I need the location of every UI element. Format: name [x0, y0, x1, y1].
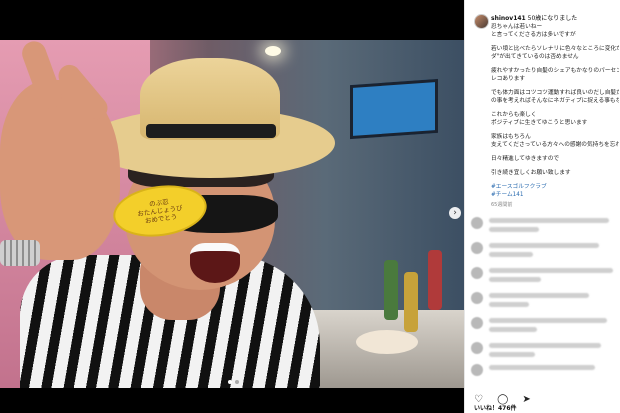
comment-row: [471, 340, 617, 360]
comment-row: [471, 240, 617, 260]
caption-header: shinov141 50歳になりました: [491, 14, 619, 23]
caption-line: ダ"が出てきているのは否めません: [491, 54, 579, 60]
wall-tv: [350, 78, 438, 140]
caption-line: 引き続き宜しくお願い致します: [491, 170, 571, 176]
comment-meta: [489, 352, 535, 357]
smiling-mouth: [190, 243, 240, 283]
caption-line: の事を考えればそんなにネガティブに捉える事もな: [491, 98, 619, 104]
likes-count[interactable]: いいね！476件: [474, 403, 517, 412]
carousel-dot: [228, 380, 232, 384]
caption-line: ポジティブに生きてゆこうと思います: [491, 120, 588, 126]
username[interactable]: shinov141: [491, 15, 526, 22]
comment-text: [489, 293, 589, 298]
caption-line: 50歳になりました: [527, 15, 578, 22]
hat-band: [146, 124, 276, 138]
share-icon[interactable]: ➤: [522, 395, 530, 405]
comment-meta: [489, 252, 533, 257]
comment-text: [489, 268, 613, 273]
carousel-dot: [235, 380, 239, 384]
comment-text: [489, 365, 595, 370]
wristwatch: [0, 240, 40, 266]
comment-avatar: [471, 267, 483, 279]
post-time: 65週間前: [491, 202, 513, 208]
comment-meta: [489, 277, 541, 282]
post-photo: のぶ忍 おたんじょうび おめでとう: [0, 40, 464, 388]
comment-text: [489, 318, 607, 323]
comment-row: [471, 290, 617, 310]
caption-line: と言ってくださる方は多いですが: [491, 32, 576, 38]
comment-avatar: [471, 317, 483, 329]
comment-avatar: [471, 292, 483, 304]
comment-row: [471, 215, 617, 235]
action-bar: ♡ ◯ ➤: [474, 387, 540, 405]
hashtag-link[interactable]: #チーム141: [491, 191, 619, 200]
bottle: [428, 250, 442, 310]
avatar[interactable]: [474, 14, 489, 29]
next-image-button[interactable]: ›: [449, 207, 461, 219]
comment-meta: [489, 302, 529, 307]
comment-avatar: [471, 342, 483, 354]
comment-meta: [489, 227, 539, 232]
bottle: [384, 260, 398, 320]
comment-avatar: [471, 364, 483, 376]
comment-avatar: [471, 217, 483, 229]
comment-text: [489, 243, 599, 248]
bottle: [404, 272, 418, 332]
comment-row: [471, 265, 617, 285]
comment-row: [471, 362, 617, 382]
comment-meta: [489, 327, 537, 332]
caption-line: レコあります: [491, 76, 526, 82]
comment-avatar: [471, 242, 483, 254]
comment-text: [489, 218, 609, 223]
plate: [356, 330, 418, 354]
post-media: のぶ忍 おたんじょうび おめでとう ›: [0, 0, 464, 413]
ceiling-lamp: [265, 46, 281, 56]
caption-line: 支えてくださっている方々への感謝の気持ちを忘れ: [491, 142, 619, 148]
comment-row: [471, 315, 617, 335]
caption-line: 日々精進してゆきますので: [491, 156, 560, 162]
post-side-panel: shinov141 50歳になりました 忍ちゃんは若いねー と言ってくださる方は…: [464, 0, 620, 413]
comment-text: [489, 343, 601, 348]
